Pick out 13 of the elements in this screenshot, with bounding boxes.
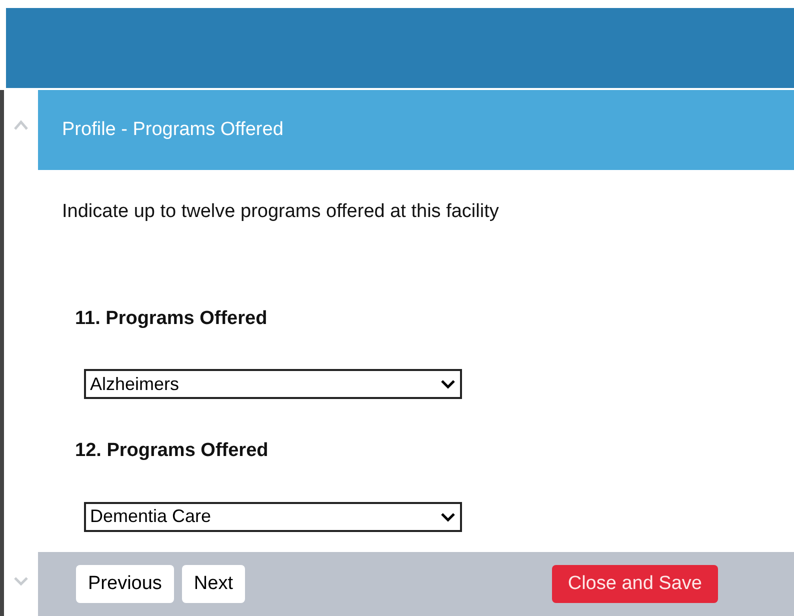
field-label: 12. Programs Offered <box>75 439 270 463</box>
nav-button[interactable]: Previous <box>76 565 174 603</box>
programs-dropdown[interactable]: Dementia Care <box>84 502 462 532</box>
dropdown-chevron-icon <box>440 512 456 522</box>
dropdown-chevron-icon <box>440 379 456 389</box>
close-and-save-button[interactable]: Close and Save <box>552 565 718 603</box>
field-label: 11. Programs Offered <box>75 306 268 330</box>
programs-dropdown[interactable]: Alzheimers <box>84 369 462 399</box>
scroll-down-icon <box>13 576 29 586</box>
panel-title: Profile - Programs Offered <box>62 118 284 142</box>
instructions-text: Indicate up to twelve programs offered at this facility <box>62 200 500 224</box>
nav-button[interactable]: Next <box>182 565 245 603</box>
scroll-up-icon <box>13 120 29 130</box>
